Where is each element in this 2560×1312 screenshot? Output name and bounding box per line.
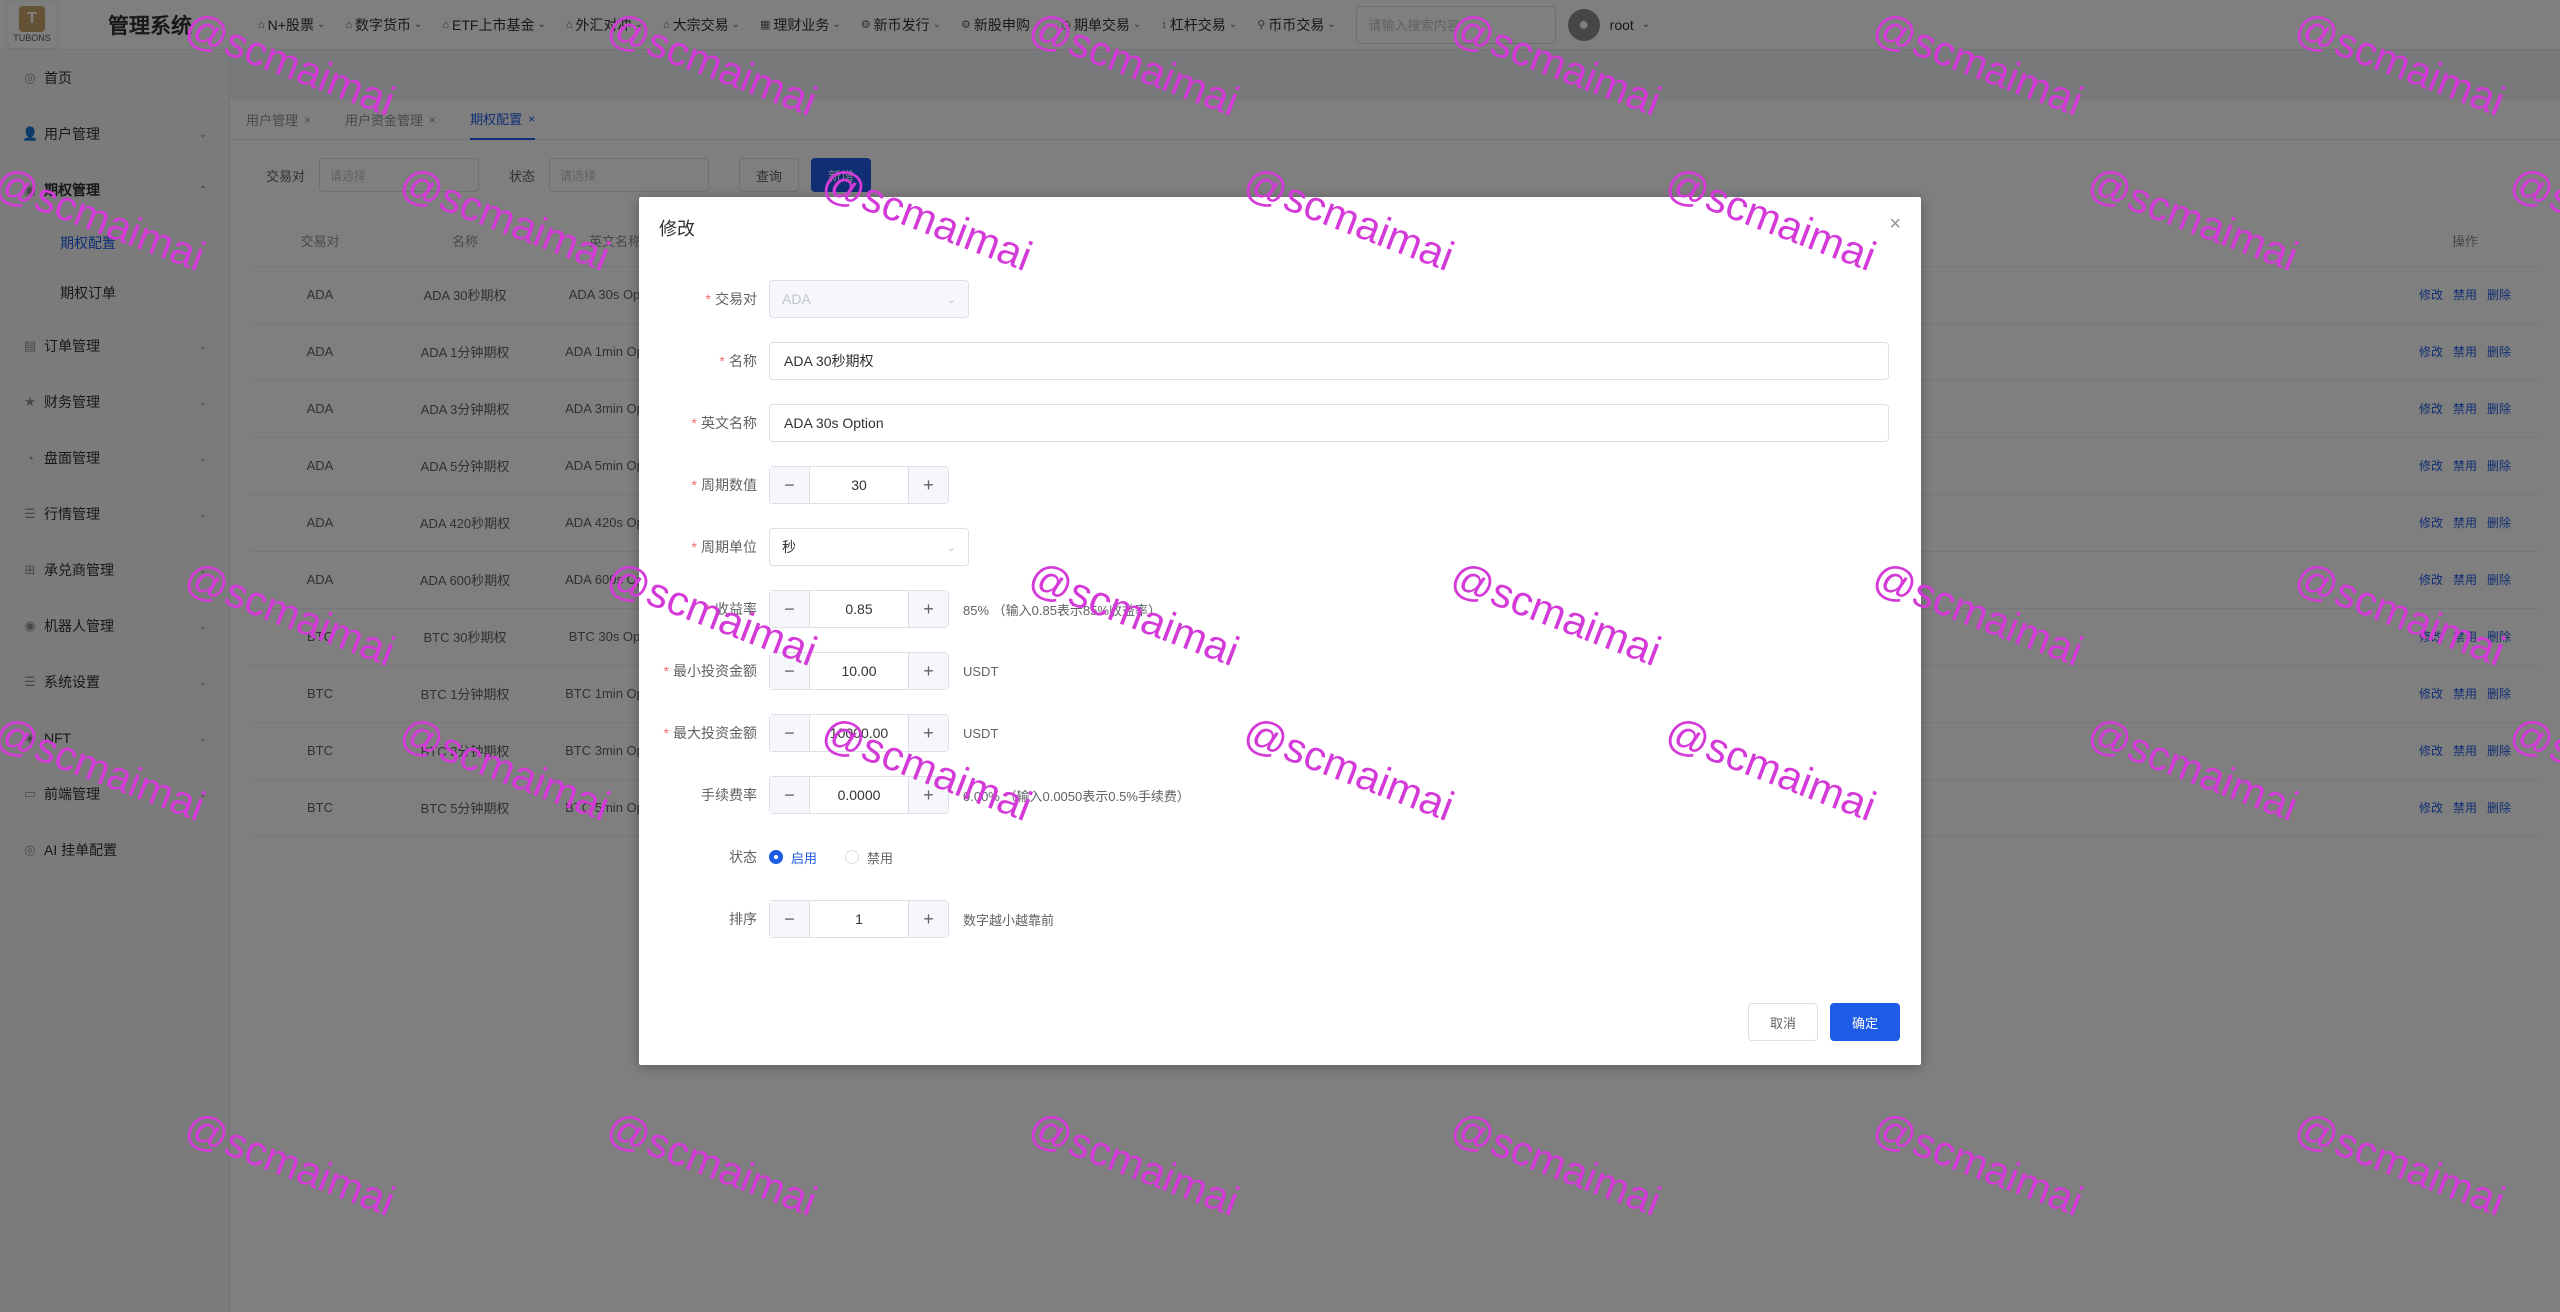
radio-label: 禁用 xyxy=(867,850,894,866)
select-value: 秒 xyxy=(782,539,796,555)
required-mark: * xyxy=(691,415,697,431)
form-row-max-invest: * 最大投资金额 − 10000.00 + USDT xyxy=(639,713,998,753)
form-row-yield: * 收益率 − 0.85 + 85% （输入0.85表示85%收益率） xyxy=(639,589,1161,629)
form-row-period-unit: * 周期单位 秒 ⌄ xyxy=(639,527,969,567)
en-name-input[interactable]: ADA 30s Option xyxy=(769,404,1889,442)
max-invest-unit: USDT xyxy=(963,725,999,741)
increment-button[interactable]: + xyxy=(908,777,948,813)
required-mark: * xyxy=(663,663,669,679)
form-row-min-invest: * 最小投资金额 − 10.00 + USDT xyxy=(639,651,998,691)
label-text: 周期数值 xyxy=(701,477,757,493)
chevron-down-icon: ⌄ xyxy=(946,541,956,554)
increment-button[interactable]: + xyxy=(908,901,948,937)
cancel-button[interactable]: 取消 xyxy=(1748,1003,1818,1041)
required-mark: * xyxy=(691,539,697,555)
decrement-button[interactable]: − xyxy=(770,653,810,689)
form-row-name: * 名称 ADA 30秒期权 xyxy=(639,341,1889,381)
required-mark: * xyxy=(719,353,725,369)
decrement-button[interactable]: − xyxy=(770,467,810,503)
label-text: 最大投资金额 xyxy=(673,725,757,741)
fee-input[interactable]: 0.0000 xyxy=(810,777,908,813)
max-invest-label: * 最大投资金额 xyxy=(639,723,769,743)
label-text: 收益率 xyxy=(715,601,757,617)
min-invest-input[interactable]: 10.00 xyxy=(810,653,908,689)
period-value-stepper: − 30 + xyxy=(769,466,949,504)
required-mark: * xyxy=(705,601,711,617)
decrement-button[interactable]: − xyxy=(770,591,810,627)
name-label: * 名称 xyxy=(639,351,769,371)
label-text: 英文名称 xyxy=(701,415,757,431)
fee-hint: 0.00% （输入0.0050表示0.5%手续费） xyxy=(963,788,1190,804)
decrement-button[interactable]: − xyxy=(770,715,810,751)
label-text: 名称 xyxy=(729,353,757,369)
yield-label: * 收益率 xyxy=(639,599,769,619)
period-value-input[interactable]: 30 xyxy=(810,467,908,503)
decrement-button[interactable]: − xyxy=(770,777,810,813)
form-row-sort: 排序 − 1 + 数字越小越靠前 xyxy=(639,899,1054,939)
sort-stepper: − 1 + xyxy=(769,900,949,938)
sort-label: 排序 xyxy=(729,911,757,927)
pair-select[interactable]: ADA ⌄ xyxy=(769,280,969,318)
pair-label: * 交易对 xyxy=(639,289,769,309)
sort-input[interactable]: 1 xyxy=(810,901,908,937)
status-disabled-radio[interactable]: 禁用 xyxy=(845,848,893,867)
form-row-period-value: * 周期数值 − 30 + xyxy=(639,465,949,505)
yield-hint: 85% （输入0.85表示85%收益率） xyxy=(963,602,1161,618)
period-value-label: * 周期数值 xyxy=(639,475,769,495)
period-unit-label: * 周期单位 xyxy=(639,537,769,557)
label-text: 交易对 xyxy=(715,291,757,307)
en-name-label: * 英文名称 xyxy=(639,413,769,433)
form-row-en-name: * 英文名称 ADA 30s Option xyxy=(639,403,1889,443)
radio-dot xyxy=(769,850,783,864)
yield-stepper: − 0.85 + xyxy=(769,590,949,628)
fee-stepper: − 0.0000 + xyxy=(769,776,949,814)
min-invest-label: * 最小投资金额 xyxy=(639,661,769,681)
increment-button[interactable]: + xyxy=(908,715,948,751)
select-value: ADA xyxy=(782,291,811,307)
decrement-button[interactable]: − xyxy=(770,901,810,937)
increment-button[interactable]: + xyxy=(908,467,948,503)
required-mark: * xyxy=(663,725,669,741)
max-invest-stepper: − 10000.00 + xyxy=(769,714,949,752)
dialog-title: 修改 xyxy=(659,219,695,239)
radio-label: 启用 xyxy=(791,850,818,866)
min-invest-unit: USDT xyxy=(963,663,999,679)
label-text: 周期单位 xyxy=(701,539,757,555)
name-input[interactable]: ADA 30秒期权 xyxy=(769,342,1889,380)
form-row-pair: * 交易对 ADA ⌄ xyxy=(639,279,969,319)
sort-hint: 数字越小越靠前 xyxy=(963,912,1055,928)
label-text: 最小投资金额 xyxy=(673,663,757,679)
yield-input[interactable]: 0.85 xyxy=(810,591,908,627)
confirm-button[interactable]: 确定 xyxy=(1830,1003,1900,1041)
form-row-fee: 手续费率 − 0.0000 + 0.00% （输入0.0050表示0.5%手续费… xyxy=(639,775,1190,815)
required-mark: * xyxy=(691,477,697,493)
increment-button[interactable]: + xyxy=(908,591,948,627)
required-mark: * xyxy=(705,291,711,307)
increment-button[interactable]: + xyxy=(908,653,948,689)
chevron-down-icon: ⌄ xyxy=(946,293,956,306)
fee-label: 手续费率 xyxy=(701,787,757,803)
max-invest-input[interactable]: 10000.00 xyxy=(810,715,908,751)
close-icon[interactable]: × xyxy=(1889,213,1901,236)
status-enabled-radio[interactable]: 启用 xyxy=(769,848,817,867)
min-invest-stepper: − 10.00 + xyxy=(769,652,949,690)
form-row-status: 状态 启用 禁用 xyxy=(639,837,921,877)
edit-dialog: 修改 × * 交易对 ADA ⌄ * 名称 ADA 30秒期权 * 英文名称 ADA 3… xyxy=(639,197,1921,1065)
period-unit-select[interactable]: 秒 ⌄ xyxy=(769,528,969,566)
radio-dot xyxy=(845,850,860,864)
status-label: 状态 xyxy=(729,849,757,865)
